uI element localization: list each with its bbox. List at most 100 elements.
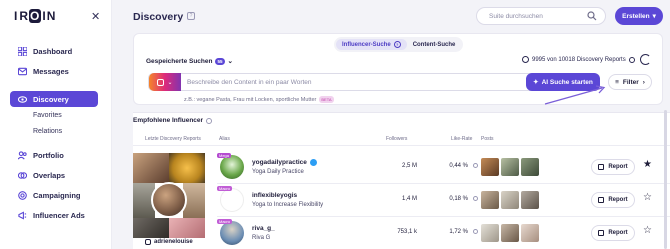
chevron-right-icon: › [642,78,645,86]
sidebar-item-label: Portfolio [33,150,64,160]
avatar [220,221,244,245]
verified-icon [309,159,317,166]
report-quota: 9995 von 10018 Discovery Reports [522,56,635,63]
avatar [220,155,244,179]
post-thumbnail[interactable] [501,158,519,176]
close-icon[interactable]: ✕ [91,10,100,23]
overlap-icon [18,171,27,180]
quota-text: 9995 von 10018 Discovery Reports [532,56,626,63]
lock-icon [598,230,605,236]
collage-photo [169,218,205,238]
post-thumbnail[interactable] [521,191,539,209]
post-thumbnails [481,158,539,176]
platform-select[interactable]: ⌄ [149,73,181,91]
followers-value: 2,5 M [401,163,417,169]
filter-label: Filter [622,78,639,86]
post-thumbnail[interactable] [501,224,519,242]
sidebar-item-relations[interactable]: Relations [0,123,112,139]
mail-icon [18,67,27,76]
recent-reports-collage[interactable]: adrienelouise [133,153,205,249]
tier-badge: Mega [217,153,232,158]
collage-username[interactable]: adrienelouise [145,239,193,245]
grid-icon [18,46,27,56]
report-button[interactable]: Report [591,159,635,175]
suite-search-input[interactable]: Suite durchsuchen [476,7,606,25]
username[interactable]: yogadailypractice [252,159,317,166]
sidebar-item-messages[interactable]: Messages [0,61,112,81]
username[interactable]: riva_g_ [252,225,275,232]
tab-content-search[interactable]: Content-Suche [407,39,462,50]
post-thumbnail[interactable] [501,191,519,209]
instagram-icon [157,78,165,86]
sidebar-item-influencer-ads[interactable]: Influencer Ads [0,205,112,225]
saved-count-badge: 55 [215,57,225,65]
create-button[interactable]: Erstellen ▾ [615,7,663,25]
section-title: Empfohlene Influencer [133,117,213,124]
hint-text: z.B.: vegane Pasta, Frau mit Locken, spo… [184,96,317,103]
collage-photo [169,153,205,183]
display-name: Yoga Daily Practice [252,169,304,175]
col-alias: Alias [219,136,230,142]
saved-searches-label: Gespeicherte Suchen [146,57,213,65]
create-label: Erstellen [622,12,650,20]
post-thumbnail[interactable] [481,191,499,209]
report-button[interactable]: Report [591,225,635,241]
influencer-row[interactable]: Mega yogadailypractice Yoga Daily Practi… [217,151,670,183]
chevron-down-icon: ⌄ [227,58,233,65]
lock-icon [598,197,605,203]
col-followers: Followers [386,136,408,142]
sidebar-item-discovery[interactable]: Discovery [10,91,98,107]
display-name: Yoga to Increase Flexibility [252,202,324,208]
post-thumbnail[interactable] [481,224,499,242]
page-title: Discovery [133,11,184,23]
annotation-arrow [544,85,606,105]
collage-photo [133,218,169,238]
info-icon[interactable] [473,196,478,201]
report-label: Report [608,164,628,170]
favorite-star-icon[interactable]: ☆ [643,225,652,236]
username[interactable]: inflexibleyogis [252,192,297,199]
col-posts: Posts [481,136,494,142]
help-icon[interactable] [206,117,213,124]
sidebar-item-campaigning[interactable]: Campaigning [0,185,112,205]
search-icon [587,11,597,21]
sidebar-item-dashboard[interactable]: Dashboard [0,41,112,61]
tab-label: Content-Suche [412,41,456,48]
col-last-reports: Letzte Discovery Reports [145,136,201,142]
favorite-star-icon[interactable]: ☆ [643,192,652,203]
report-button[interactable]: Report [591,192,635,208]
influencer-row[interactable]: Macro inflexibleyogis Yoga to Increase F… [217,184,670,216]
report-label: Report [608,197,628,203]
brand-logo[interactable]: I R O IN [14,9,56,23]
sidebar-item-overlaps[interactable]: Overlaps [0,165,112,185]
sidebar-item-label: Messages [33,66,69,76]
refresh-icon[interactable] [640,54,651,65]
sidebar-item-favorites[interactable]: Favorites [0,107,112,123]
info-icon[interactable] [473,229,478,234]
sidebar-item-portfolio[interactable]: Portfolio [0,145,112,165]
favorite-star-icon[interactable]: ★ [643,159,652,170]
username-text: inflexibleyogis [252,192,298,199]
info-icon[interactable] [628,56,635,63]
post-thumbnail[interactable] [481,158,499,176]
quota-icon [522,56,529,63]
post-thumbnail[interactable] [521,158,539,176]
sidebar-item-label: Influencer Ads [33,210,85,220]
saved-searches-dropdown[interactable]: Gespeicherte Suchen 55 ⌄ [146,57,233,65]
users-icon [18,150,27,160]
info-icon[interactable]: ? [187,12,195,20]
scrollbar[interactable] [664,110,667,249]
top-bar: Discovery ? Suite durchsuchen Erstellen … [113,0,670,33]
sidebar-item-label: Overlaps [33,170,66,180]
sparkle-icon: ✦ [533,79,539,86]
influencer-row[interactable]: Macro riva_g_ Riva G 753,1 k 1,72 % Repo… [217,217,670,249]
post-thumbnail[interactable] [521,224,539,242]
search-placeholder: Suite durchsuchen [489,12,543,20]
tier-badge: Macro [217,186,233,191]
info-icon[interactable] [473,163,478,168]
filter-button[interactable]: ≡ Filter › [608,74,652,90]
filter-icon: ≡ [615,78,619,86]
report-label: Report [608,230,628,236]
tab-influencer-search[interactable]: Influencer-Suche ? [336,39,407,50]
tab-label: Influencer-Suche [342,41,391,48]
